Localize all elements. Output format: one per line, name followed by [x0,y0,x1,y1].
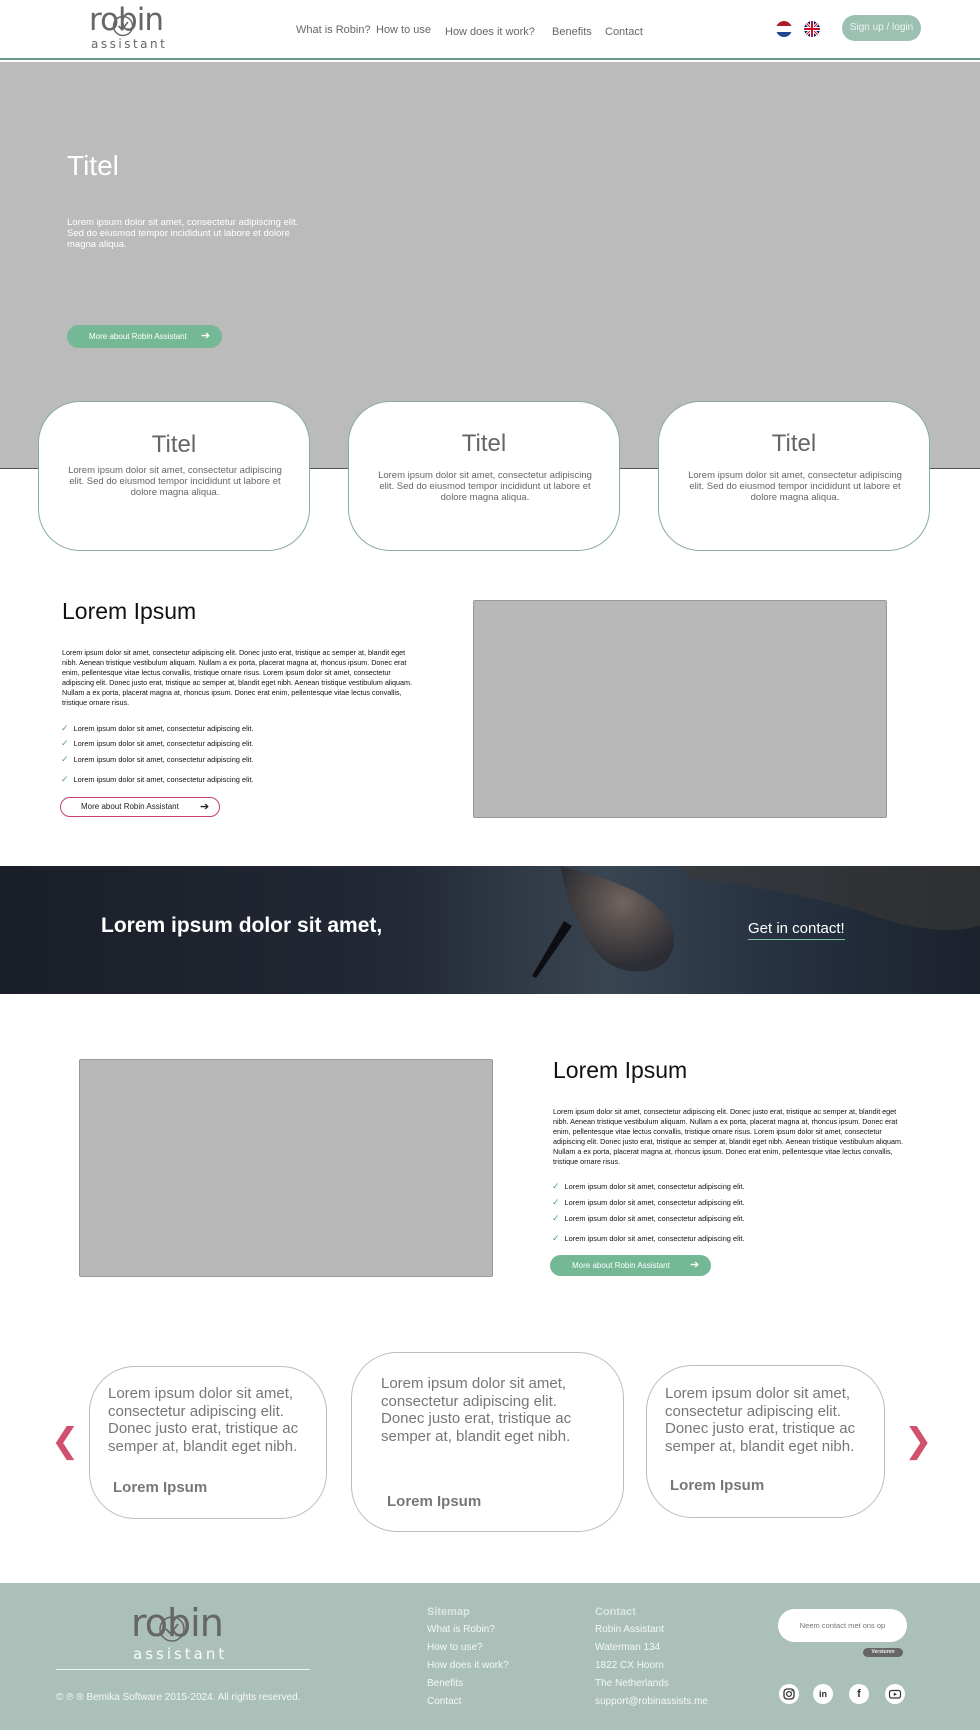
testimonial-quote: Lorem ipsum dolor sit amet, consectetur … [381,1375,572,1445]
nav-how-to-use[interactable]: How to use [376,24,431,36]
section2-body: Lorem ipsum dolor sit amet, consectetur … [553,1107,903,1166]
nav-what-is-robin[interactable]: What is Robin? [296,24,371,36]
logo[interactable]: robin assistant [88,2,178,52]
footer-contact-line: 1822 CX Hoorn [595,1660,664,1671]
feature-card: Titel Lorem ipsum dolor sit amet, consec… [348,401,620,551]
feature-card: Titel Lorem ipsum dolor sit amet, consec… [38,401,310,551]
newsletter-submit-button[interactable]: Versturen [863,1648,903,1657]
footer-logo-word: robin [131,1601,224,1645]
feature-card: Titel Lorem ipsum dolor sit amet, consec… [658,401,930,551]
section2-title: Lorem Ipsum [553,1057,688,1083]
section1-cta-label: More about Robin Assistant [81,802,179,811]
image-placeholder [79,1059,493,1277]
site-header: robin assistant What is Robin? How to us… [0,0,980,60]
feature-card-title: Titel [771,430,817,457]
get-in-contact-link[interactable]: Get in contact! [748,920,845,940]
hero-title: Titel [67,150,119,181]
site-footer: robin assistant © ℗ ® Bemika Software 20… [0,1583,980,1730]
arrow-right-icon: ➔ [690,1259,700,1271]
uk-flag-icon[interactable] [804,21,820,37]
check-icon: ✓ [61,754,69,764]
testimonial-card: Lorem ipsum dolor sit amet, consectetur … [646,1365,885,1518]
footer-sitemap-link[interactable]: How to use? [427,1642,483,1653]
youtube-icon[interactable] [885,1684,905,1704]
check-item: ✓ Lorem ipsum dolor sit amet, consectetur… [552,1197,745,1207]
check-item: ✓ Lorem ipsum dolor sit amet, consectetur… [61,754,254,764]
check-icon: ✓ [61,723,69,733]
carousel-next-icon[interactable]: ❯ [904,1421,933,1461]
testimonial-name: Lorem Ipsum [387,1493,482,1510]
testimonial-quote: Lorem ipsum dolor sit amet, consectetur … [108,1385,299,1455]
feature-card-title: Titel [151,431,197,458]
check-icon: ✓ [552,1233,560,1243]
testimonial-name: Lorem Ipsum [113,1479,208,1496]
section1-body: Lorem ipsum dolor sit amet, consectetur … [62,648,412,707]
feature-card-title: Titel [461,430,507,457]
testimonial-quote: Lorem ipsum dolor sit amet, consectetur … [665,1385,856,1455]
section2-cta-button[interactable]: More about Robin Assistant ➔ [550,1255,711,1276]
section1-title: Lorem Ipsum [62,598,197,624]
check-item: ✓ Lorem ipsum dolor sit amet, consectetur… [552,1233,745,1243]
footer-contact-line: Robin Assistant [595,1624,664,1635]
arrow-right-icon: ➔ [201,330,211,342]
check-icon: ✓ [552,1181,560,1191]
testimonial-card: Lorem ipsum dolor sit amet, consectetur … [89,1366,327,1519]
hero-cta-label: More about Robin Assistant [89,332,187,341]
check-item: ✓ Lorem ipsum dolor sit amet, consectetur… [61,723,254,733]
nav-benefits[interactable]: Benefits [552,26,592,38]
footer-sitemap-link[interactable]: What is Robin? [427,1624,495,1635]
check-icon: ✓ [61,738,69,748]
footer-sitemap-link[interactable]: How does it work? [427,1660,509,1671]
banner-title: Lorem ipsum dolor sit amet, [101,914,383,937]
linkedin-icon[interactable]: in [813,1684,833,1704]
nav-contact[interactable]: Contact [605,26,643,38]
feature-card-text: Lorem ipsum dolor sit amet, consectetur … [68,465,282,498]
footer-sitemap-heading: Sitemap [427,1606,470,1618]
footer-logo[interactable]: robin assistant [130,1601,240,1663]
newsletter-input[interactable] [778,1609,907,1642]
footer-contact-line: The Netherlands [595,1678,669,1689]
footer-copyright: © ℗ ® Bemika Software 2015-2024. All rig… [56,1692,301,1703]
section1-cta-button[interactable]: More about Robin Assistant ➔ [60,797,220,817]
check-icon: ✓ [552,1213,560,1223]
check-icon: ✓ [61,774,69,784]
arrow-right-icon: ➔ [200,801,210,813]
feature-card-text: Lorem ipsum dolor sit amet, consectetur … [378,470,592,503]
footer-logo-subtitle: assistant [133,1645,228,1663]
section2-cta-label: More about Robin Assistant [572,1261,670,1270]
hero-cta-button[interactable]: More about Robin Assistant ➔ [67,325,222,348]
carousel-prev-icon[interactable]: ❮ [51,1421,80,1461]
footer-contact-email[interactable]: support@robinassists.me [595,1696,708,1707]
footer-sitemap-link[interactable]: Benefits [427,1678,463,1689]
check-item: ✓ Lorem ipsum dolor sit amet, consectetur… [552,1213,745,1223]
footer-divider [56,1669,310,1670]
footer-sitemap-link[interactable]: Contact [427,1696,461,1707]
testimonial-name: Lorem Ipsum [670,1477,765,1494]
check-item: ✓ Lorem ipsum dolor sit amet, consectetur… [61,774,254,784]
footer-contact-heading: Contact [595,1606,636,1618]
logo-subtitle: assistant [91,37,168,51]
dutch-flag-icon[interactable] [776,21,792,37]
feature-card-text: Lorem ipsum dolor sit amet, consectetur … [688,470,902,503]
check-item: ✓ Lorem ipsum dolor sit amet, consectetur… [61,738,254,748]
image-placeholder [473,600,887,818]
logo-word: robin [89,2,164,38]
check-icon: ✓ [552,1197,560,1207]
footer-contact-line: Waterman 134 [595,1642,661,1653]
instagram-icon[interactable] [779,1684,799,1704]
facebook-icon[interactable]: f [849,1684,869,1704]
nav-how-does-it-work[interactable]: How does it work? [445,26,535,38]
signup-login-button[interactable]: Sign up / login [842,15,921,41]
check-item: ✓ Lorem ipsum dolor sit amet, consectetur… [552,1181,745,1191]
hero-text: Lorem ipsum dolor sit amet, consectetur … [67,217,299,250]
testimonial-card: Lorem ipsum dolor sit amet, consectetur … [351,1352,624,1532]
